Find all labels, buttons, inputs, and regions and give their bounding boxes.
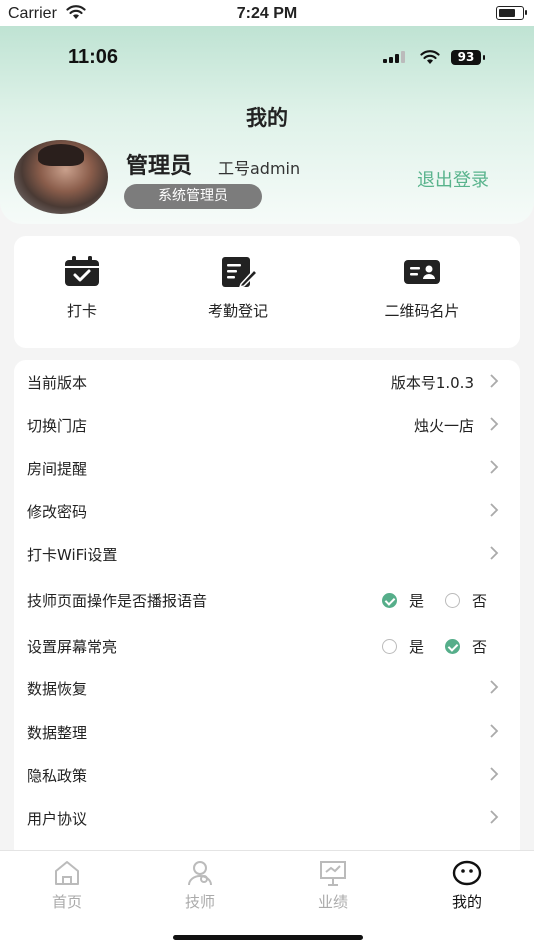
presentation-icon — [320, 861, 346, 886]
quick-actions-card: 打卡 考勤登记 二维码名片 — [14, 236, 520, 348]
radio-unchecked-icon — [445, 593, 460, 608]
version-label: 当前版本 — [27, 374, 88, 392]
home-indicator — [173, 935, 363, 940]
room-reminder-row[interactable]: 房间提醒 — [14, 448, 520, 488]
chevron-right-icon — [490, 460, 499, 474]
version-value: 版本号1.0.3 — [390, 374, 474, 392]
tab-technician[interactable]: 技师 — [160, 859, 240, 912]
clock-in-action[interactable]: 打卡 — [22, 256, 142, 321]
battery-icon — [496, 6, 527, 20]
data-restore-label: 数据恢复 — [27, 680, 88, 698]
store-value: 烛火一店 — [413, 417, 474, 435]
radio-checked-icon — [445, 639, 460, 654]
app-battery-indicator: 93 — [451, 50, 485, 65]
calendar-check-icon — [65, 256, 99, 286]
user-agreement-label: 用户协议 — [27, 810, 88, 828]
radio-unchecked-icon — [382, 639, 397, 654]
tab-technician-label: 技师 — [184, 893, 215, 911]
app-time: 11:06 — [68, 46, 119, 68]
logout-button[interactable]: 退出登录 — [417, 166, 489, 192]
user-name: 管理员 — [126, 154, 193, 179]
edit-register-icon — [222, 257, 257, 288]
attendance-register-action[interactable]: 考勤登记 — [178, 256, 298, 321]
tab-mine-label: 我的 — [451, 893, 482, 911]
chevron-right-icon — [490, 680, 499, 694]
wifi-settings-label: 打卡WiFi设置 — [27, 546, 118, 564]
attendance-register-label: 考勤登记 — [207, 302, 268, 320]
voice-broadcast-label: 技师页面操作是否播报语音 — [27, 592, 208, 610]
chevron-right-icon — [490, 724, 499, 738]
switch-store-label: 切换门店 — [27, 417, 88, 435]
change-password-row[interactable]: 修改密码 — [14, 491, 520, 531]
data-organize-row[interactable]: 数据整理 — [14, 712, 520, 752]
version-row[interactable]: 当前版本 版本号1.0.3 — [14, 362, 520, 402]
privacy-policy-label: 隐私政策 — [27, 767, 88, 785]
employee-id: 工号admin — [218, 159, 301, 178]
data-restore-row[interactable]: 数据恢复 — [14, 668, 520, 708]
tab-mine[interactable]: 我的 — [427, 859, 507, 912]
wifi-settings-row[interactable]: 打卡WiFi设置 — [14, 534, 520, 574]
user-agreement-row[interactable]: 用户协议 — [14, 798, 520, 838]
chevron-right-icon — [490, 546, 499, 560]
chevron-right-icon — [490, 767, 499, 781]
tab-performance[interactable]: 业绩 — [293, 859, 373, 912]
page-title: 我的 — [246, 106, 288, 130]
tab-performance-label: 业绩 — [317, 893, 348, 911]
radio-checked-icon — [382, 593, 397, 608]
settings-list: 当前版本 版本号1.0.3 切换门店 烛火一店 房间提醒 修改密码 打卡WiFi… — [14, 360, 520, 860]
chevron-right-icon — [490, 503, 499, 517]
tab-home[interactable]: 首页 — [27, 859, 107, 912]
qr-card-action[interactable]: 二维码名片 — [362, 256, 482, 321]
data-organize-label: 数据整理 — [27, 724, 88, 742]
chevron-right-icon — [490, 417, 499, 431]
change-password-label: 修改密码 — [27, 503, 88, 521]
tab-home-label: 首页 — [51, 893, 82, 911]
clock-in-label: 打卡 — [66, 302, 97, 320]
role-badge: 系统管理员 — [124, 184, 262, 209]
home-icon — [55, 861, 79, 885]
system-status-bar: Carrier 7:24 PM — [0, 0, 534, 28]
chevron-right-icon — [490, 810, 499, 824]
person-icon — [188, 861, 212, 886]
smiley-icon — [452, 860, 482, 886]
avatar[interactable] — [14, 140, 108, 214]
app-wifi-icon — [420, 50, 440, 64]
screen-awake-row: 设置屏幕常亮 是 否 — [27, 638, 488, 656]
screen-awake-label: 设置屏幕常亮 — [27, 638, 118, 656]
chevron-right-icon — [490, 374, 499, 388]
id-card-icon — [404, 260, 440, 284]
room-reminder-label: 房间提醒 — [27, 460, 88, 478]
signal-icon — [383, 51, 405, 63]
system-time: 7:24 PM — [236, 5, 298, 22]
qr-card-label: 二维码名片 — [384, 302, 460, 320]
voice-broadcast-row: 技师页面操作是否播报语音 是 否 — [27, 592, 488, 610]
privacy-policy-row[interactable]: 隐私政策 — [14, 755, 520, 795]
switch-store-row[interactable]: 切换门店 烛火一店 — [14, 405, 520, 445]
